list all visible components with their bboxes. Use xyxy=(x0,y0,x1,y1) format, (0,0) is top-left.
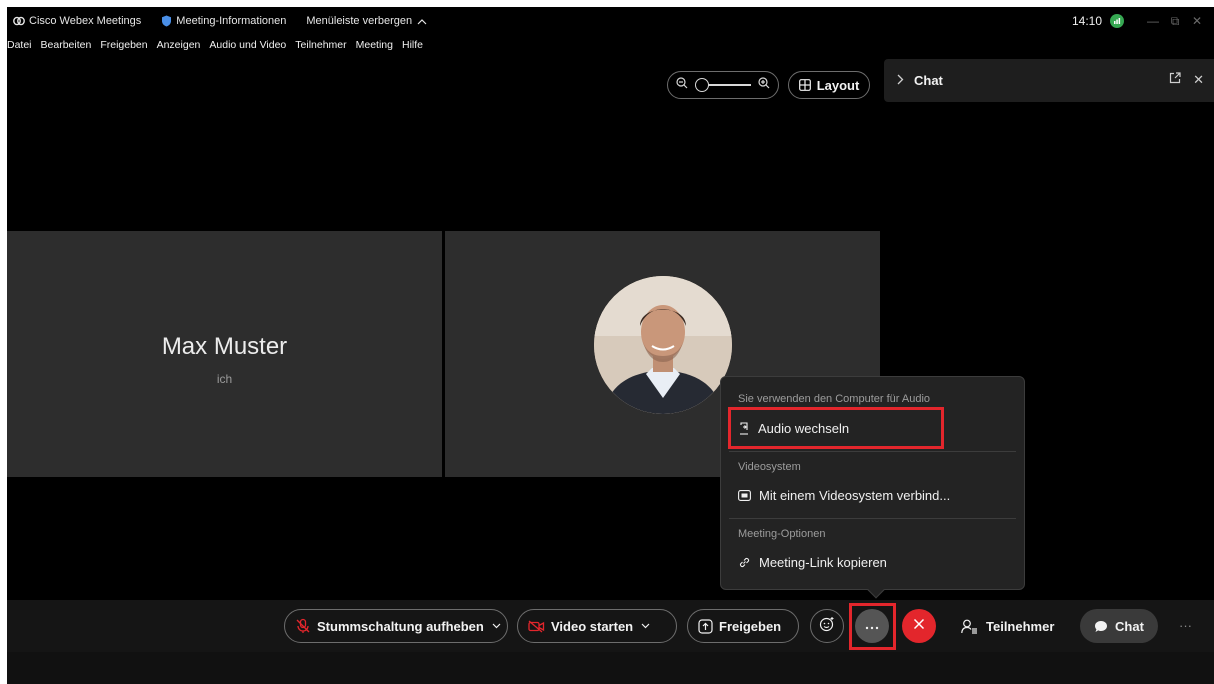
participant-subtitle: ich xyxy=(216,372,233,386)
popout-icon[interactable] xyxy=(1169,72,1181,88)
reactions-button[interactable] xyxy=(810,609,844,643)
chat-panel-actions: ✕ xyxy=(1157,72,1204,88)
start-video-button[interactable]: Video starten xyxy=(517,609,677,643)
video-system-header: Videosystem xyxy=(738,461,801,473)
participants-label: Teilnehmer xyxy=(986,618,1055,634)
copy-meeting-link-item[interactable]: Meeting-Link kopieren xyxy=(738,555,887,570)
zoom-in-icon[interactable] xyxy=(758,76,770,94)
webex-logo-icon xyxy=(13,16,25,26)
copy-meeting-link-label: Meeting-Link kopieren xyxy=(759,555,887,570)
restore-icon[interactable]: ⧉ xyxy=(1164,14,1186,29)
chat-label: Chat xyxy=(1115,618,1144,634)
menu-freigeben[interactable]: Freigeben xyxy=(100,39,147,55)
video-off-icon xyxy=(528,620,545,633)
menu-bearbeiten[interactable]: Bearbeiten xyxy=(41,39,92,55)
meeting-info-button[interactable]: Meeting-Informationen xyxy=(161,15,286,27)
connection-indicator-icon[interactable] xyxy=(1110,14,1124,28)
chevron-right-icon[interactable] xyxy=(896,73,904,88)
connect-video-system-label: Mit einem Videosystem verbind... xyxy=(759,488,951,503)
titlebar-right: 14:10 — ⧉ ✕ xyxy=(1072,7,1208,35)
close-icon xyxy=(913,617,925,635)
self-video-tile[interactable]: Max Muster ich xyxy=(7,231,442,477)
zoom-control xyxy=(667,71,779,99)
more-options-menu: Sie verwenden den Computer für Audio Aud… xyxy=(720,376,1025,599)
meeting-info-label: Meeting-Informationen xyxy=(176,15,287,27)
menu-hilfe[interactable]: Hilfe xyxy=(402,39,423,55)
layout-button[interactable]: Layout xyxy=(788,71,870,99)
unmute-label: Stummschaltung aufheben xyxy=(317,618,484,634)
chat-button[interactable]: Chat xyxy=(1080,609,1158,643)
chevron-down-icon[interactable] xyxy=(492,623,501,629)
menu-datei[interactable]: Datei xyxy=(7,39,32,55)
menu-audio-video[interactable]: Audio und Video xyxy=(209,39,286,55)
chevron-down-icon[interactable] xyxy=(641,623,650,629)
menu-separator xyxy=(729,518,1016,519)
meeting-options-header: Meeting-Optionen xyxy=(738,528,826,540)
layout-label: Layout xyxy=(816,77,860,93)
zoom-slider-knob[interactable] xyxy=(695,78,709,92)
clock: 14:10 xyxy=(1071,14,1102,28)
hide-menubar-label: Menüleiste verbergen xyxy=(306,15,413,27)
app-title: Cisco Webex Meetings xyxy=(13,15,141,27)
zoom-slider-track xyxy=(703,84,751,86)
chat-panel-header[interactable]: Chat ✕ xyxy=(884,59,1214,102)
menu-meeting[interactable]: Meeting xyxy=(356,39,393,55)
share-label: Freigeben xyxy=(719,618,782,634)
participant-name: Max Muster xyxy=(161,333,288,360)
highlight-box xyxy=(849,603,896,650)
hide-menubar-button[interactable]: Menüleiste verbergen xyxy=(306,15,431,27)
meeting-toolbar: Stummschaltung aufheben Video starten Fr… xyxy=(7,600,1214,652)
unmute-button[interactable]: Stummschaltung aufheben xyxy=(284,609,508,643)
close-chat-icon[interactable]: ✕ xyxy=(1193,72,1204,88)
webex-meeting-window: Cisco Webex Meetings Meeting-Information… xyxy=(7,7,1214,684)
chat-panel-title: Chat xyxy=(914,73,943,88)
bottom-strip xyxy=(7,652,1214,684)
menu-bar: Datei Bearbeiten Freigeben Anzeigen Audi… xyxy=(7,39,432,55)
menu-separator xyxy=(729,451,1016,452)
start-video-label: Video starten xyxy=(551,618,634,634)
toolbar-overflow-icon[interactable]: ··· xyxy=(1179,618,1192,633)
zoom-slider[interactable] xyxy=(695,78,751,92)
audio-section-header: Sie verwenden den Computer für Audio xyxy=(738,393,931,405)
share-button[interactable]: Freigeben xyxy=(687,609,799,643)
minimize-icon[interactable]: — xyxy=(1142,14,1164,28)
menu-pointer-arrow xyxy=(867,581,885,599)
app-name: Cisco Webex Meetings xyxy=(29,15,142,27)
leave-meeting-button[interactable] xyxy=(902,609,936,643)
connect-video-system-item[interactable]: Mit einem Videosystem verbind... xyxy=(738,488,950,503)
zoom-out-icon[interactable] xyxy=(676,76,688,94)
menu-anzeigen[interactable]: Anzeigen xyxy=(157,39,201,55)
participants-button[interactable]: Teilnehmer xyxy=(961,609,1054,643)
muted-mic-icon xyxy=(295,618,311,634)
share-icon xyxy=(698,618,713,634)
video-system-icon xyxy=(738,490,751,501)
chevron-up-icon xyxy=(417,18,427,25)
emoji-icon xyxy=(819,616,835,637)
menu-teilnehmer[interactable]: Teilnehmer xyxy=(295,39,346,55)
shield-icon xyxy=(161,15,172,27)
participants-icon xyxy=(961,619,978,634)
grid-icon xyxy=(798,79,811,91)
chat-bubble-icon xyxy=(1094,620,1108,633)
title-bar: Cisco Webex Meetings Meeting-Information… xyxy=(7,7,1214,35)
close-icon[interactable]: ✕ xyxy=(1186,14,1208,28)
participant-avatar xyxy=(594,276,732,414)
highlight-box xyxy=(728,407,944,449)
link-icon xyxy=(738,556,751,569)
